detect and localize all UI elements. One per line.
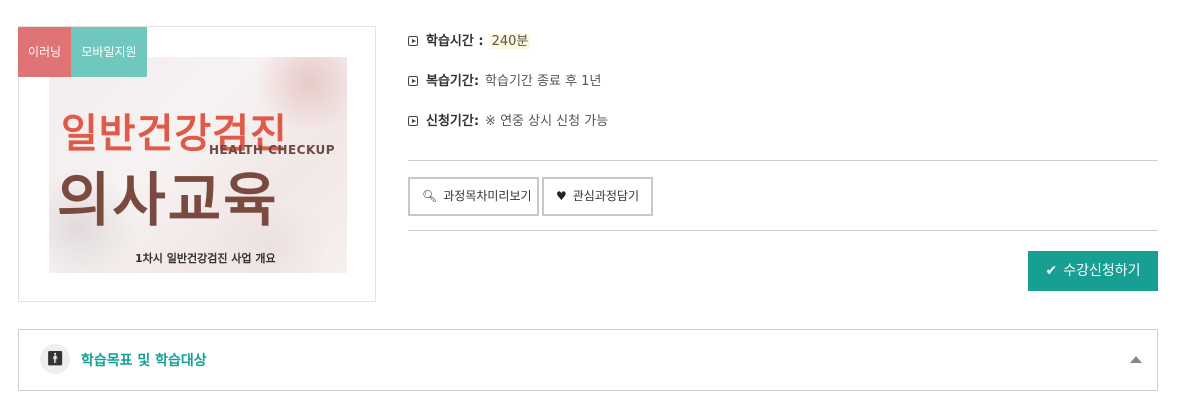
info-value: ※ 연중 상시 신청 가능 xyxy=(485,114,609,129)
apply-course-label: 수강신청하기 xyxy=(1063,263,1141,279)
accordion-title: 학습목표 및 학습대상 xyxy=(81,353,207,369)
info-value: 240분 xyxy=(489,34,531,49)
info-row-study-time: 학습시간 : 240분 xyxy=(408,30,531,49)
elearning-badge: 이러닝 xyxy=(18,27,71,77)
thumbnail-subtitle: 1차시 일반건강검진 사업 개요 xyxy=(135,252,276,265)
info-row-review-period: 복습기간: 학습기간 종료 후 1년 xyxy=(408,70,601,89)
course-thumbnail-image: 일반건강검진 HEALTH CHECKUP 의사교육 1차시 일반건강검진 사업… xyxy=(49,57,347,273)
play-square-icon xyxy=(408,116,418,126)
mobile-support-badge: 모바일지원 xyxy=(71,27,147,77)
thumbnail-title-bottom: 의사교육 xyxy=(57,166,279,234)
info-label: 신청기간: xyxy=(426,114,480,129)
learning-goals-accordion[interactable]: 🚹︎ 학습목표 및 학습대상 xyxy=(18,329,1158,391)
info-label: 복습기간: xyxy=(426,74,480,89)
info-row-application-period: 신청기간: ※ 연중 상시 신청 가능 xyxy=(408,110,608,129)
play-square-icon xyxy=(408,76,418,86)
add-wishlist-label: 관심과정담기 xyxy=(572,189,640,203)
heart-icon: ♥ xyxy=(556,189,567,203)
apply-course-button[interactable]: ✔ 수강신청하기 xyxy=(1028,251,1158,291)
info-label: 학습시간 : xyxy=(426,34,484,49)
preview-toc-label: 과정목차미리보기 xyxy=(443,189,532,203)
info-value: 학습기간 종료 후 1년 xyxy=(485,74,602,89)
check-icon: ✔ xyxy=(1045,263,1058,279)
divider xyxy=(408,160,1158,161)
divider xyxy=(408,230,1158,231)
preview-toc-button[interactable]: 🔍︎ 과정목차미리보기 xyxy=(408,177,539,216)
caret-up-icon[interactable] xyxy=(1130,356,1142,363)
zoom-icon: 🔍︎ xyxy=(422,189,438,203)
add-wishlist-button[interactable]: ♥ 관심과정담기 xyxy=(542,177,653,216)
play-square-icon xyxy=(408,36,418,46)
person-icon: 🚹︎ xyxy=(40,344,70,374)
